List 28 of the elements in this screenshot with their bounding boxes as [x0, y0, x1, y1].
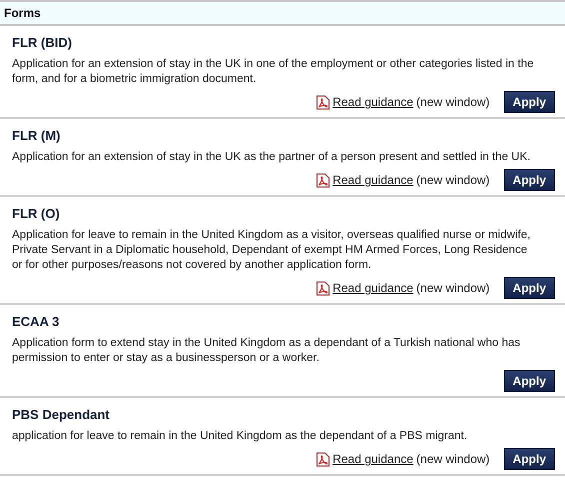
link-note: (new window) [416, 281, 490, 295]
form-description: Application for an extension of stay in the UK as the partner of a person present and settled in the UK. [12, 150, 532, 165]
apply-button[interactable]: Apply [504, 370, 555, 392]
pdf-icon [316, 452, 330, 466]
form-description: Application form to extend stay in the United Kingdom as a dependant of a Turkish national who has permission to enter or stay as a businessperson or a worker. [12, 336, 522, 366]
form-description: application for leave to remain in the United Kingdom as the dependant of a PBS migrant. [12, 429, 468, 444]
guidance-link[interactable]: Read guidance [332, 173, 414, 187]
form-title: ECAA 3 [12, 314, 60, 329]
link-note: (new window) [416, 452, 490, 466]
form-title: PBS Dependant [12, 407, 110, 422]
apply-button[interactable]: Apply [504, 169, 555, 191]
link-note: (new window) [416, 95, 490, 109]
pdf-icon [316, 94, 330, 110]
apply-button[interactable]: Apply [504, 277, 555, 299]
form-description: Application for an extension of stay in the UK in one of the employment or other categories listed in the form, and for a biometric immigration document. [12, 57, 535, 87]
link-note: (new window) [416, 173, 490, 187]
apply-button[interactable]: Apply [504, 448, 555, 470]
form-title: FLR (BID) [12, 35, 72, 50]
guidance-link[interactable]: Read guidance [332, 95, 414, 109]
apply-button[interactable]: Apply [504, 91, 555, 113]
form-title: FLR (M) [12, 128, 60, 143]
guidance-link[interactable]: Read guidance [332, 452, 414, 466]
pdf-icon [316, 280, 330, 296]
pdf-icon [316, 172, 330, 188]
guidance-link[interactable]: Read guidance [332, 281, 414, 295]
form-description: Application for leave to remain in the United Kingdom as a visitor, overseas qualified nurse or midwife, Private Servant in a Diplomatic household, Dependant of exempt HM Armed Forces, Long Residence or for other purposes/reasons not covered by another application form. [12, 228, 532, 273]
form-title: FLR (O) [12, 206, 60, 221]
section-header: Forms [0, 0, 565, 26]
